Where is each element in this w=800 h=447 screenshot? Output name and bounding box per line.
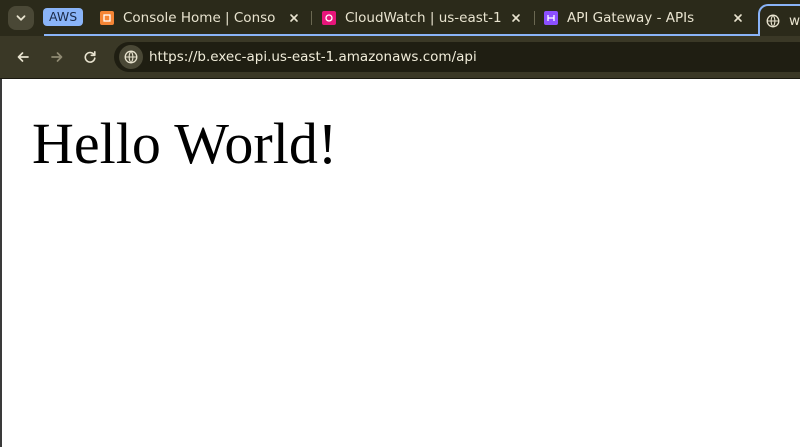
- tab-title: w: [789, 13, 800, 29]
- tab-group-label[interactable]: AWS: [43, 8, 84, 26]
- api-gateway-icon: [544, 11, 558, 25]
- browser-toolbar: https://b.exec-api.us-east-1.amazonaws.c…: [0, 36, 800, 78]
- close-icon[interactable]: [730, 10, 746, 26]
- tab-title: CloudWatch | us-east-1: [345, 10, 502, 26]
- browser-window: AWS Console Home | Console CloudWatch | …: [0, 0, 800, 447]
- cloudwatch-icon: [322, 11, 336, 25]
- tab-search-button[interactable]: [8, 6, 34, 30]
- address-bar[interactable]: https://b.exec-api.us-east-1.amazonaws.c…: [114, 42, 800, 72]
- tab-title: API Gateway - APIs: [567, 10, 695, 26]
- url-text[interactable]: https://b.exec-api.us-east-1.amazonaws.c…: [149, 42, 477, 72]
- tab-separator: [534, 11, 535, 25]
- back-button[interactable]: [11, 45, 35, 69]
- arrow-right-icon: [51, 52, 63, 62]
- aws-console-icon: [100, 11, 114, 25]
- tab-active[interactable]: w: [758, 4, 800, 36]
- page-viewport: Hello World!: [0, 79, 800, 447]
- forward-button[interactable]: [45, 45, 69, 69]
- tab-console-home[interactable]: Console Home | Console: [100, 4, 302, 32]
- tab-cloudwatch[interactable]: CloudWatch | us-east-1: [322, 4, 524, 32]
- close-icon[interactable]: [508, 10, 524, 26]
- page-heading: Hello World!: [32, 111, 338, 176]
- chevron-down-icon: [16, 15, 26, 21]
- site-info-button[interactable]: [119, 45, 143, 69]
- tab-strip: AWS Console Home | Console CloudWatch | …: [0, 0, 800, 36]
- globe-icon: [766, 14, 780, 28]
- tab-separator: [311, 11, 312, 25]
- globe-icon: [124, 50, 138, 64]
- tab-title: Console Home | Console: [123, 10, 275, 26]
- reload-icon: [84, 51, 96, 63]
- reload-button[interactable]: [78, 45, 102, 69]
- close-icon[interactable]: [286, 10, 302, 26]
- arrow-left-icon: [17, 52, 29, 62]
- tab-api-gateway[interactable]: API Gateway - APIs: [544, 4, 746, 32]
